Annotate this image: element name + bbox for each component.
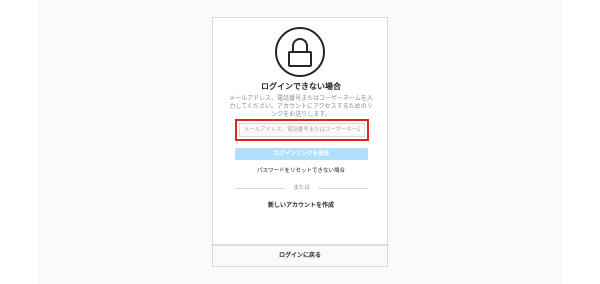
or-divider: または <box>235 184 368 192</box>
cant-reset-password-link[interactable]: パスワードをリセットできない場合 <box>213 166 389 174</box>
instructions-text: メールアドレス、電話番号またはユーザーネームを入力してください。アカウントにアク… <box>229 95 373 118</box>
account-identifier-input[interactable] <box>239 123 365 137</box>
divider-line <box>318 188 368 189</box>
page-title: ログインできない場合 <box>261 82 341 91</box>
forgot-password-card: ログインできない場合 メールアドレス、電話番号またはユーザーネームを入力してくだ… <box>212 17 388 245</box>
back-to-login-button[interactable]: ログインに戻る <box>212 245 388 267</box>
lock-icon <box>275 27 325 77</box>
create-account-link[interactable]: 新しいアカウントを作成 <box>213 200 389 209</box>
highlight-box <box>235 119 369 141</box>
send-login-link-button[interactable]: ログインリンクを送信 <box>235 148 368 160</box>
